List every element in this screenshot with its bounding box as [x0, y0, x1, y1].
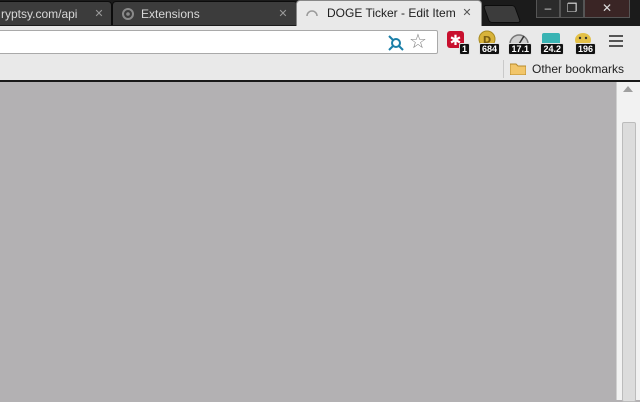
extension-gauge[interactable]: 17.1: [508, 30, 532, 56]
extension-lastpass[interactable]: ✱ 1: [446, 30, 470, 56]
extension-ticker[interactable]: 24.2: [540, 30, 564, 56]
bookmark-star-icon[interactable]: ☆: [409, 31, 427, 53]
puzzle-gear-icon: [122, 8, 134, 20]
tab-title: DOGE Ticker - Edit Item: [327, 6, 456, 20]
minimize-button[interactable]: –: [536, 0, 560, 18]
tab-extensions[interactable]: Extensions ✕: [112, 1, 298, 25]
tab-title: ryptsy.com/api: [1, 7, 78, 21]
tab-cryptsy-api[interactable]: ryptsy.com/api ✕: [0, 1, 112, 25]
extension-badge: 684: [478, 43, 500, 55]
loading-spinner-icon: [306, 10, 318, 17]
tab-close-icon[interactable]: ✕: [93, 2, 105, 25]
extension-badge: 1: [458, 43, 470, 55]
maximize-button[interactable]: ❐: [560, 0, 584, 18]
extension-doge-face[interactable]: 196: [572, 30, 596, 56]
extension-badge: 24.2: [540, 43, 564, 55]
tab-close-icon[interactable]: ✕: [277, 2, 289, 25]
tab-title: Extensions: [141, 7, 200, 21]
vertical-scrollbar[interactable]: [616, 82, 640, 402]
tab-doge-ticker-edit[interactable]: DOGE Ticker - Edit Item ✕: [296, 0, 482, 26]
toolbar: ☆ ✱ 1 D 684 17.1 24.2 196: [0, 26, 640, 59]
bookmarks-separator: [503, 60, 504, 78]
page-content: [0, 82, 640, 400]
omnibox[interactable]: ☆: [0, 30, 438, 54]
extension-badge: 196: [574, 43, 596, 55]
tab-close-icon[interactable]: ✕: [461, 1, 473, 25]
new-tab-button[interactable]: [482, 5, 522, 23]
extension-doge-ticker-1[interactable]: D 684: [476, 30, 500, 56]
scroll-up-icon[interactable]: [623, 86, 633, 92]
scroll-thumb[interactable]: [622, 122, 636, 402]
bookmarks-bar: Other bookmarks: [0, 58, 640, 82]
folder-icon: [510, 63, 526, 75]
chrome-menu-button[interactable]: [608, 33, 624, 49]
hamburger-icon: [609, 35, 623, 37]
close-window-button[interactable]: ✕: [584, 0, 630, 18]
extension-badge: 17.1: [508, 43, 532, 55]
address-input[interactable]: [1, 33, 385, 53]
page-action-satellite-icon[interactable]: [387, 34, 405, 52]
title-bar: ryptsy.com/api ✕ Extensions ✕ DOGE Ticke…: [0, 0, 640, 26]
other-bookmarks-label: Other bookmarks: [532, 62, 625, 76]
